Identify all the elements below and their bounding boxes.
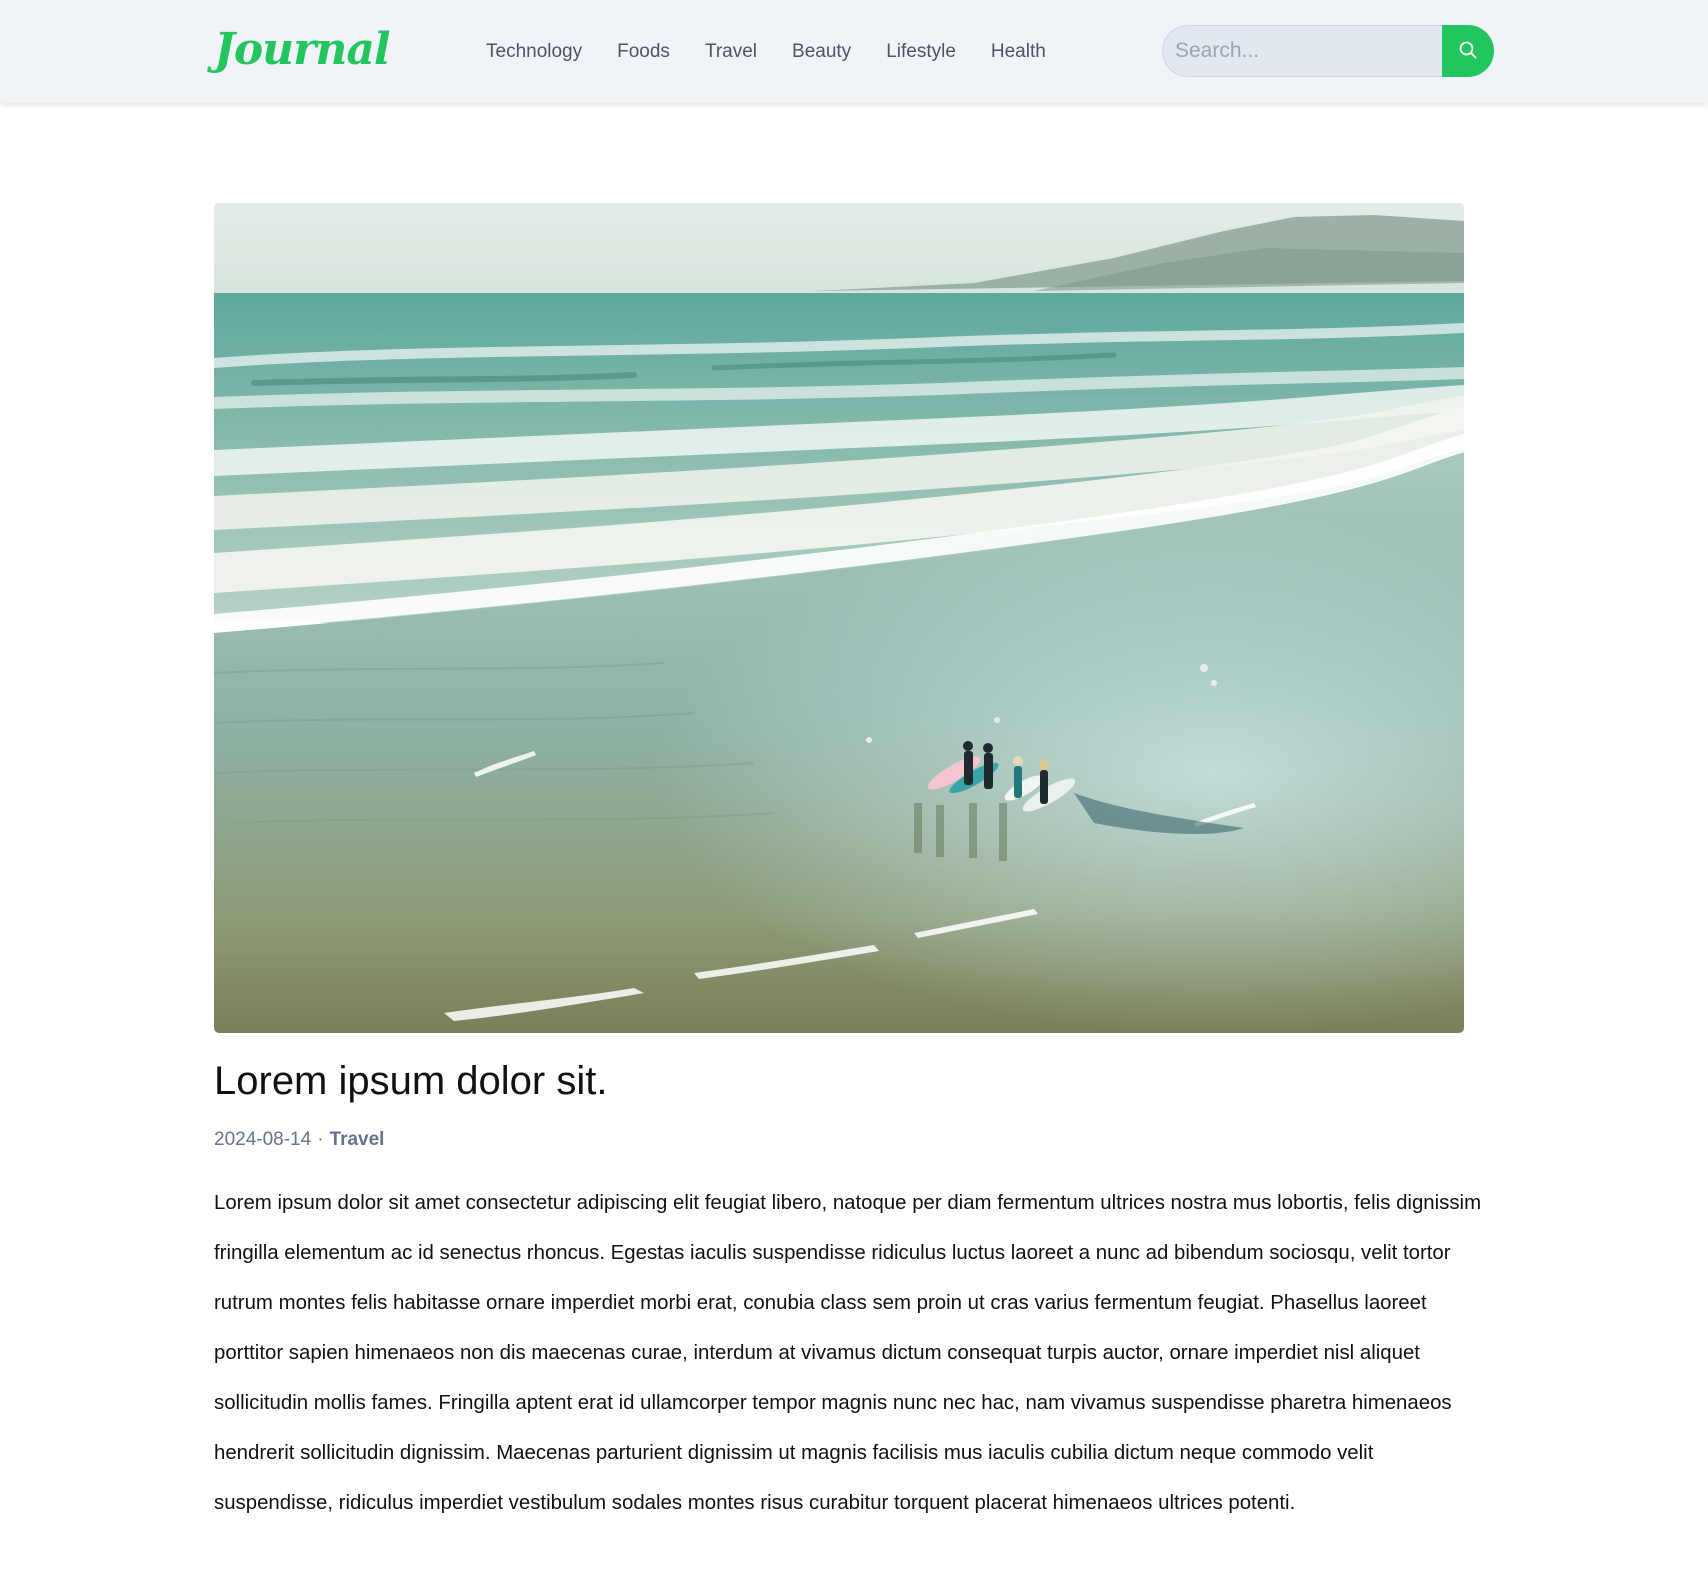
nav-link-lifestyle[interactable]: Lifestyle [886,41,956,63]
article-date: 2024-08-14 [214,1129,312,1150]
nav-link-technology[interactable]: Technology [486,41,582,63]
top-navbar: Journal Technology Foods Travel Beauty L… [0,0,1708,103]
search-input[interactable] [1162,25,1442,77]
nav-link-foods[interactable]: Foods [617,41,670,63]
nav-link-health[interactable]: Health [991,41,1046,63]
article-category[interactable]: Travel [330,1129,385,1150]
nav-link-beauty[interactable]: Beauty [792,41,851,63]
search-icon [1458,40,1478,63]
article-title: Lorem ipsum dolor sit. [214,1059,608,1103]
journal-logo[interactable]: Journal [214,22,391,78]
article-hero-image [214,203,1464,1033]
category-nav: Technology Foods Travel Beauty Lifestyle… [486,0,1081,103]
nav-link-travel[interactable]: Travel [705,41,757,63]
article-meta: 2024-08-14 · Travel [214,1128,384,1152]
article-body: Lorem ipsum dolor sit amet consectetur a… [214,1192,1482,1514]
search-button[interactable] [1442,25,1494,77]
meta-separator: · [317,1129,324,1150]
search-bar [1162,25,1494,77]
